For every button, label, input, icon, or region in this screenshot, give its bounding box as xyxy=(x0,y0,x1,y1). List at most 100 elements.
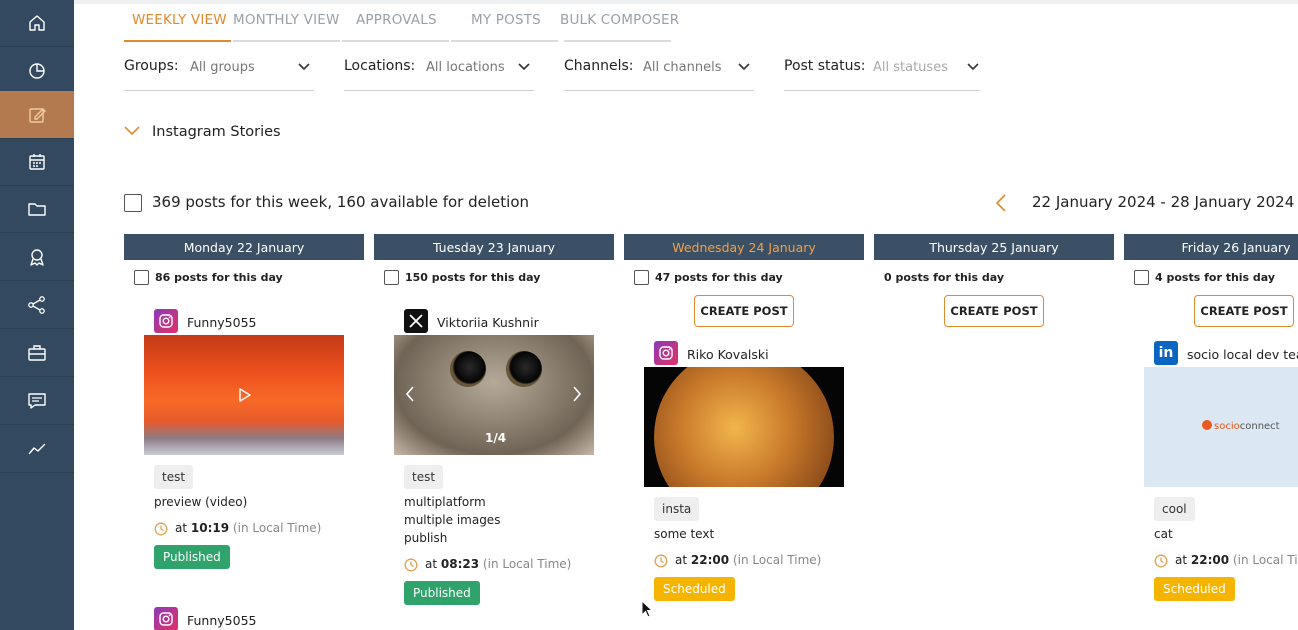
instagram-icon xyxy=(654,341,678,365)
tab-my-posts-underline xyxy=(451,40,558,42)
sidebar-item-reviews[interactable] xyxy=(0,234,74,281)
tab-monthly-view[interactable]: MONTHLY VIEW xyxy=(233,12,340,28)
day-count-monday: 86 posts for this day xyxy=(155,271,283,284)
day-checkbox-tuesday[interactable] xyxy=(384,270,399,285)
home-icon xyxy=(29,15,45,31)
post-text-line: multiplatform xyxy=(404,495,486,509)
day-header-monday: Monday 22 January xyxy=(124,234,364,260)
previous-week-icon[interactable] xyxy=(994,193,1008,213)
day-count-wednesday: 47 posts for this day xyxy=(655,271,783,284)
play-icon[interactable] xyxy=(236,387,252,403)
tab-weekly-view[interactable]: WEEKLY VIEW xyxy=(132,12,227,28)
linkedin-icon: in xyxy=(1154,341,1178,365)
top-bar xyxy=(74,0,1298,4)
day-checkbox-wednesday[interactable] xyxy=(634,270,649,285)
day-count-tuesday: 150 posts for this day xyxy=(405,271,541,284)
sidebar-item-share[interactable] xyxy=(0,282,74,329)
channels-label: Channels: xyxy=(564,58,634,74)
instagram-stories-label: Instagram Stories xyxy=(152,124,281,140)
tab-monthly-underline xyxy=(233,40,340,42)
sidebar-item-folder[interactable] xyxy=(0,186,74,233)
day-header-friday: Friday 26 January xyxy=(1124,234,1298,260)
sidebar xyxy=(0,0,74,630)
tab-bulk-composer-underline xyxy=(564,40,671,42)
chevron-right-icon[interactable] xyxy=(571,385,583,403)
channels-filter[interactable]: Channels: All channels xyxy=(564,50,754,91)
locations-filter[interactable]: Locations: All locations xyxy=(344,50,534,91)
share-icon xyxy=(28,296,45,314)
date-range: 22 January 2024 - 28 January 2024 xyxy=(1032,193,1295,211)
tab-my-posts[interactable]: MY POSTS xyxy=(471,12,541,28)
post-status-filter[interactable]: Post status: All statuses xyxy=(784,50,980,91)
status-badge: Scheduled xyxy=(654,577,735,601)
sidebar-item-calendar[interactable] xyxy=(0,139,74,186)
post-text-line: multiple images xyxy=(404,513,501,527)
create-post-button-friday[interactable]: CREATE POST xyxy=(1194,295,1294,327)
cat-eye xyxy=(450,351,486,387)
chevron-down-icon xyxy=(298,63,310,71)
clock-icon xyxy=(1154,554,1168,568)
sidebar-item-home[interactable] xyxy=(0,0,74,47)
chevron-down-icon xyxy=(738,63,750,71)
post-author: socio local dev team xyxy=(1187,347,1298,362)
post-media-video[interactable] xyxy=(144,335,344,455)
week-summary: 369 posts for this week, 160 available f… xyxy=(152,193,529,211)
groups-filter[interactable]: Groups: All groups xyxy=(124,50,314,91)
status-badge: Scheduled xyxy=(1154,577,1235,601)
chevron-down-icon xyxy=(124,126,140,136)
tab-approvals[interactable]: APPROVALS xyxy=(356,12,437,28)
tab-approvals-underline xyxy=(342,40,449,42)
carousel-counter: 1/4 xyxy=(485,431,507,445)
mouse-cursor-icon xyxy=(641,600,654,618)
select-all-week-checkbox[interactable] xyxy=(124,194,142,212)
post-tag: cool xyxy=(1154,497,1195,521)
post-time: at 22:00 (in Local Time) xyxy=(1154,553,1298,569)
post-media-image[interactable] xyxy=(644,367,844,487)
sidebar-item-analytics[interactable] xyxy=(0,426,74,473)
clock-icon xyxy=(154,522,168,536)
sidebar-item-compose[interactable] xyxy=(0,91,74,139)
sidebar-item-messages[interactable] xyxy=(0,378,74,425)
post-text-line: publish xyxy=(404,531,448,545)
status-badge: Published xyxy=(404,581,480,605)
post-text: preview (video) xyxy=(154,495,248,509)
reviews-icon xyxy=(30,249,44,266)
instagram-icon xyxy=(154,309,178,333)
post-tag: test xyxy=(154,465,194,489)
post-tag: test xyxy=(404,465,444,489)
folder-icon xyxy=(28,203,46,216)
cat-eye xyxy=(506,351,542,387)
day-header-thursday: Thursday 25 January xyxy=(874,234,1114,260)
planet-image xyxy=(654,367,834,487)
sidebar-item-briefcase[interactable] xyxy=(0,330,74,377)
create-post-button-thursday[interactable]: CREATE POST xyxy=(944,295,1044,327)
post-media-carousel[interactable]: 1/4 xyxy=(394,335,594,455)
post-author: Viktoriia Kushnir xyxy=(437,315,539,330)
clock-icon xyxy=(654,554,668,568)
post-tag: insta xyxy=(654,497,700,521)
instagram-icon xyxy=(154,607,178,630)
post-text: cat xyxy=(1154,527,1173,541)
analytics-icon xyxy=(28,443,46,455)
day-checkbox-friday[interactable] xyxy=(1134,270,1149,285)
compose-icon xyxy=(29,107,46,123)
chevron-down-icon xyxy=(967,63,979,71)
chevron-left-icon[interactable] xyxy=(404,385,416,403)
tab-bulk-composer[interactable]: BULK COMPOSER xyxy=(560,12,679,28)
day-checkbox-monday[interactable] xyxy=(134,270,149,285)
dashboard-icon xyxy=(29,63,45,79)
day-header-tuesday: Tuesday 23 January xyxy=(374,234,614,260)
channels-value: All channels xyxy=(643,60,722,75)
day-count-thursday: 0 posts for this day xyxy=(884,271,1005,284)
post-media-image[interactable]: socioconnect xyxy=(1144,367,1298,487)
messages-icon xyxy=(28,393,46,409)
socioconnect-logo: socioconnect xyxy=(1202,420,1280,432)
post-author: Funny5055 xyxy=(187,613,257,628)
post-author: Funny5055 xyxy=(187,315,257,330)
day-count-friday: 4 posts for this day xyxy=(1155,271,1276,284)
post-status-placeholder: All statuses xyxy=(873,60,948,75)
x-icon xyxy=(404,309,428,333)
create-post-button-wednesday[interactable]: CREATE POST xyxy=(694,295,794,327)
sidebar-item-dashboard[interactable] xyxy=(0,47,74,94)
status-badge: Published xyxy=(154,545,230,569)
